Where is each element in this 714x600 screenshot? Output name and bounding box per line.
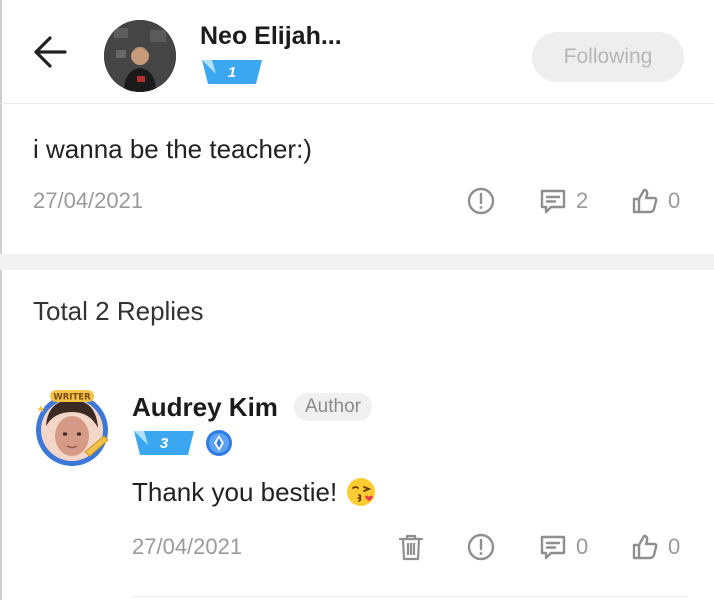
thumbs-up-icon [630,186,660,216]
avatar[interactable] [104,20,176,92]
following-button[interactable]: Following [532,32,684,82]
replies-count-title: Total 2 Replies [33,296,204,326]
reply-avatar[interactable]: WRITER [30,386,114,470]
arrow-left-icon [31,33,69,76]
comment-icon [538,532,568,562]
comment-icon [538,186,568,216]
post-date: 27/04/2021 [33,188,144,213]
delete-button[interactable] [396,532,426,562]
report-button[interactable] [466,186,496,216]
reply-comment-button[interactable]: 0 [538,532,588,562]
thumbs-up-icon [630,532,660,562]
back-button[interactable] [28,34,72,74]
avatar-frame-label: WRITER [53,393,91,403]
reply-divider [132,596,686,597]
reply-comment-count: 0 [576,534,589,559]
author-tag: Author [294,393,372,421]
kissing-face-emoji [345,476,377,508]
reply-like-button[interactable]: 0 [630,532,680,562]
top-bar: Neo Elijah... 1 Following [0,0,714,104]
reply-report-button[interactable] [466,532,496,562]
like-button[interactable]: 0 [630,186,680,216]
reply-like-count: 0 [668,534,681,559]
crown-badge-icon [205,429,233,457]
comment-button[interactable]: 2 [538,186,588,216]
reply-date: 27/04/2021 [132,534,243,559]
level-badge: 1 [202,60,262,84]
reply-author-name[interactable]: Audrey Kim [132,392,278,423]
like-count: 0 [668,188,681,213]
post-text: i wanna be the teacher:) [33,134,312,164]
reply-level-number: 3 [159,434,169,452]
trash-icon [396,532,426,562]
reply-text-row: Thank you bestie! [132,476,377,508]
exclamation-circle-icon [466,186,496,216]
reply-level-badge: 3 [134,431,194,455]
section-divider [0,254,714,270]
user-name[interactable]: Neo Elijah... [200,22,342,51]
comment-count: 2 [576,188,589,213]
reply-text: Thank you bestie! [132,476,338,507]
level-number: 1 [227,63,237,81]
exclamation-circle-icon [466,532,496,562]
